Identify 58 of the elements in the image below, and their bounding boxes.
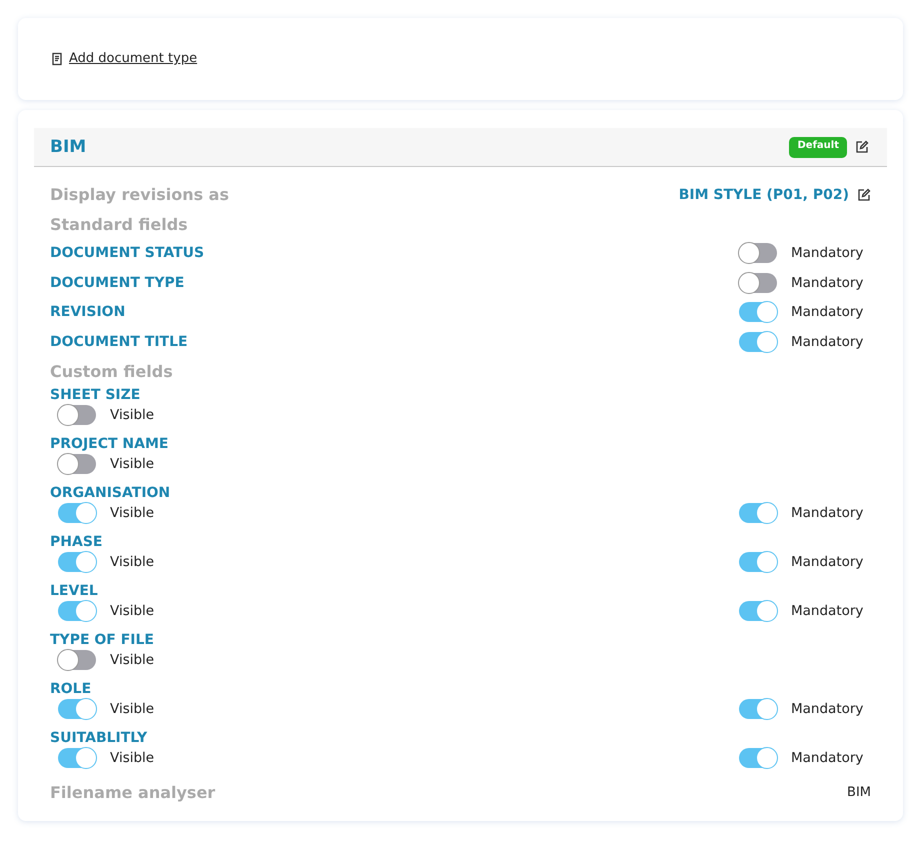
field-label: REVISION (50, 304, 126, 320)
toggle-switch[interactable] (58, 502, 96, 523)
toggle-switch[interactable] (739, 552, 777, 572)
section-heading: Custom fields (50, 360, 174, 383)
field-label: PROJECT NAME (50, 434, 170, 453)
field-heading: Filename analyser (50, 782, 216, 802)
toggle-switch[interactable] (739, 748, 777, 768)
add-document-type-link[interactable]: Add document type (69, 51, 198, 66)
field-label: ROLE (50, 680, 92, 698)
toggle-switch[interactable] (739, 243, 777, 264)
toggle-label: Mandatory (791, 700, 864, 717)
toggle-label: Visible (110, 602, 154, 619)
field-label: PHASE (50, 532, 104, 551)
toggle-switch[interactable] (58, 552, 96, 572)
toggle-switch[interactable] (739, 698, 777, 719)
field-label: LEVEL (50, 582, 99, 600)
toggle-switch[interactable] (58, 404, 96, 425)
edit-icon[interactable] (855, 140, 869, 154)
toggle-switch[interactable] (58, 454, 96, 474)
toggle-label: Visible (110, 456, 154, 472)
field-label: DOCUMENT TITLE (50, 334, 188, 350)
section-title: BIM (50, 137, 86, 157)
toggle-label: Mandatory (791, 602, 864, 619)
field-heading: Display revisions as (50, 185, 229, 204)
document-icon (50, 52, 64, 66)
field-label: DOCUMENT TYPE (50, 274, 184, 291)
toggle-label: Mandatory (791, 554, 864, 570)
default-badge: Default (789, 136, 847, 158)
toggle-label: Visible (110, 554, 154, 570)
toggle-switch[interactable] (58, 600, 96, 621)
toggle-label: Visible (110, 750, 154, 766)
field-label: ORGANISATION (50, 484, 172, 502)
toggle-label: Mandatory (791, 750, 864, 766)
toggle-label: Visible (110, 406, 154, 423)
toggle-switch[interactable] (739, 272, 777, 293)
toggle-switch[interactable] (739, 502, 777, 523)
field-label: TYPE OF FILE (50, 630, 155, 649)
toggle-switch[interactable] (739, 600, 777, 621)
toggle-switch[interactable] (58, 650, 96, 670)
toggle-label: Mandatory (791, 334, 864, 350)
toggle-label: Visible (110, 652, 154, 668)
toggle-switch[interactable] (739, 332, 777, 352)
analyser-value: BIM (847, 784, 871, 800)
field-label: DOCUMENT STATUS (50, 245, 204, 262)
toggle-label: Visible (110, 504, 154, 521)
revision-style-value: BIM STYLE (P01, P02) (678, 186, 849, 203)
toggle-label: Mandatory (791, 245, 864, 262)
toggle-label: Mandatory (791, 504, 864, 521)
toggle-switch[interactable] (58, 698, 96, 719)
toggle-label: Mandatory (791, 304, 864, 320)
field-label: SHEET SIZE (50, 386, 142, 404)
field-label: SUITABLITLY (50, 728, 148, 747)
toggle-label: Visible (110, 700, 154, 717)
section-heading: Standard fields (50, 214, 189, 236)
edit-icon[interactable] (857, 188, 871, 202)
toggle-switch[interactable] (739, 302, 777, 322)
toggle-label: Mandatory (791, 274, 864, 291)
toggle-switch[interactable] (58, 748, 96, 768)
